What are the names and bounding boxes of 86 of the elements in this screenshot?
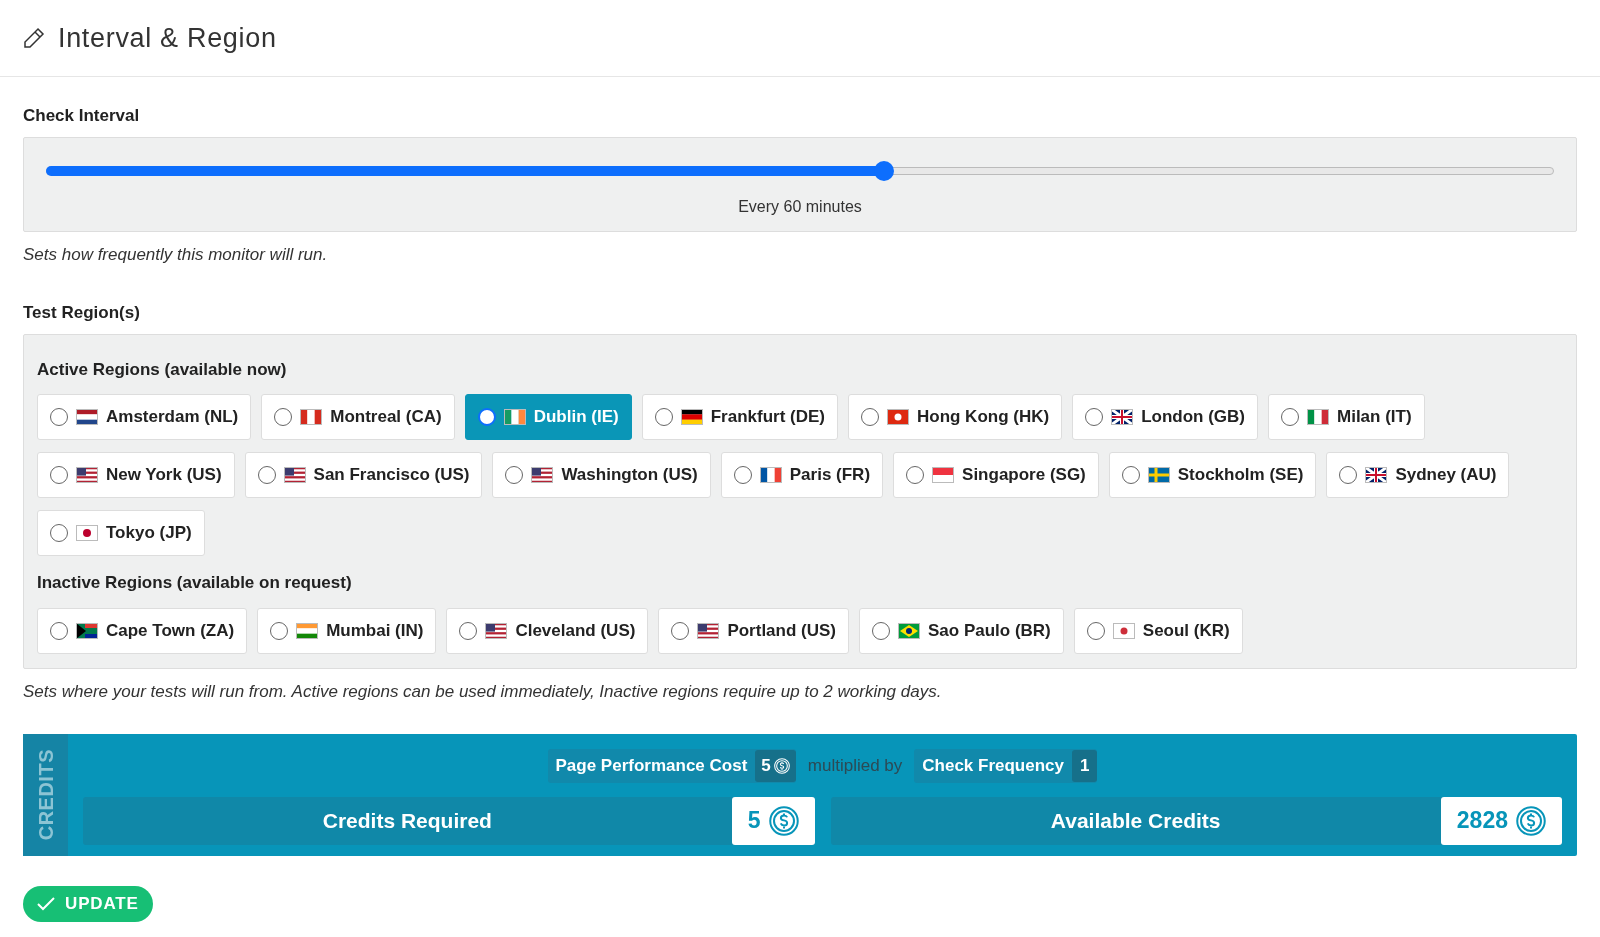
region-option[interactable]: Sydney (AU) [1326, 452, 1510, 498]
region-option[interactable]: London (GB) [1072, 394, 1258, 440]
region-option[interactable]: Seoul (KR) [1073, 607, 1243, 654]
group-heading: Inactive Regions (available on request) [37, 572, 353, 594]
radio-button[interactable] [50, 408, 68, 426]
radio-button[interactable] [274, 408, 293, 426]
flag-icon [1365, 467, 1388, 483]
flag-icon [296, 622, 319, 639]
radio-button[interactable] [257, 466, 276, 484]
flag-icon [898, 622, 920, 639]
flag-icon [1307, 409, 1329, 425]
region-option[interactable]: Stockholm (SE) [1108, 452, 1317, 498]
dollar-coin-icon [768, 805, 799, 836]
region-option[interactable]: Milan (IT) [1268, 394, 1425, 440]
flag-icon [485, 622, 508, 639]
field-label: Check Interval [23, 105, 141, 127]
interval-reading: Every 60 minutes [737, 196, 863, 217]
region-option[interactable]: Montreal (CA) [261, 394, 455, 440]
region-option[interactable]: Cleveland (US) [446, 607, 649, 654]
flag-icon [76, 622, 98, 639]
flag-icon [759, 467, 782, 483]
radio-button[interactable] [1121, 466, 1140, 484]
radio-button[interactable] [654, 408, 673, 426]
credits-required-value: 5 [731, 796, 815, 845]
radio-button[interactable] [872, 621, 890, 640]
region-option[interactable]: Paris (FR) [720, 452, 884, 498]
region-option[interactable]: Amsterdam (NL) [37, 394, 252, 440]
dollar-coin-icon [773, 757, 790, 774]
region-option[interactable]: Frankfurt (DE) [641, 394, 838, 440]
flag-icon [697, 622, 720, 639]
region-option[interactable]: Singapore (SG) [893, 452, 1099, 498]
flag-icon [76, 467, 98, 483]
flag-icon [531, 467, 554, 483]
flag-icon [1111, 409, 1134, 425]
radio-button[interactable] [50, 621, 68, 640]
help-text: Sets where your tests will run from. Active regions can be used immediately, Inactive regions require up to 2 working days. [23, 680, 943, 703]
available-credits-value: 2828 [1440, 796, 1562, 845]
flag-icon [1112, 622, 1135, 639]
radio-button[interactable] [50, 466, 68, 484]
flag-icon [932, 467, 955, 483]
radio-button[interactable] [1281, 408, 1299, 426]
field-label: Test Region(s) [23, 302, 141, 324]
radio-button[interactable] [270, 621, 289, 640]
radio-button[interactable] [1085, 408, 1104, 426]
dollar-coin-icon [1516, 805, 1546, 836]
radio-button[interactable] [1086, 621, 1105, 640]
region-option[interactable]: Washington (US) [492, 452, 711, 498]
flag-icon [503, 409, 526, 425]
flag-icon [76, 525, 98, 541]
flag-icon [1147, 467, 1170, 483]
region-option[interactable]: New York (US) [37, 452, 235, 498]
help-text: Sets how frequently this monitor will run. [23, 243, 329, 266]
credits-tab-label: CREDITS [33, 749, 58, 841]
region-option[interactable]: Tokyo (JP) [37, 510, 205, 556]
radio-button[interactable] [459, 621, 478, 640]
region-option[interactable]: San Francisco (US) [244, 452, 483, 498]
region-option[interactable]: Mumbai (IN) [257, 607, 437, 654]
radio-button[interactable] [505, 466, 524, 484]
radio-button[interactable] [733, 466, 752, 484]
cost-value: 5 [755, 750, 796, 782]
radio-button[interactable] [860, 408, 879, 426]
available-credits-label: Available Credits [1049, 807, 1222, 834]
radio-button[interactable] [50, 524, 68, 542]
flag-icon [76, 409, 98, 425]
pencil-icon [22, 26, 46, 50]
flag-icon [283, 467, 306, 483]
cost-label: Page Performance Cost [554, 755, 749, 777]
interval-slider[interactable] [46, 160, 1554, 181]
region-option[interactable]: Sao Paulo (BR) [859, 607, 1064, 654]
radio-button[interactable] [906, 466, 925, 484]
region-option[interactable]: Cape Town (ZA) [37, 607, 248, 654]
radio-button[interactable] [477, 408, 496, 426]
flag-icon [300, 409, 323, 425]
radio-button[interactable] [1339, 466, 1358, 484]
frequency-value: 1 [1072, 750, 1098, 782]
group-heading: Active Regions (available now) [37, 358, 288, 381]
multiplier-text: multiplied by [807, 755, 903, 777]
region-option[interactable]: Hong Kong (HK) [847, 394, 1063, 440]
frequency-label: Check Frequency [921, 755, 1065, 777]
page-title: Interval & Region [58, 21, 277, 55]
credits-required-label: Credits Required [321, 807, 493, 834]
flag-icon [680, 409, 703, 425]
region-option[interactable]: Portland (US) [658, 607, 849, 654]
radio-button[interactable] [671, 621, 690, 640]
flag-icon [886, 409, 909, 425]
checkmark-icon [37, 897, 55, 911]
